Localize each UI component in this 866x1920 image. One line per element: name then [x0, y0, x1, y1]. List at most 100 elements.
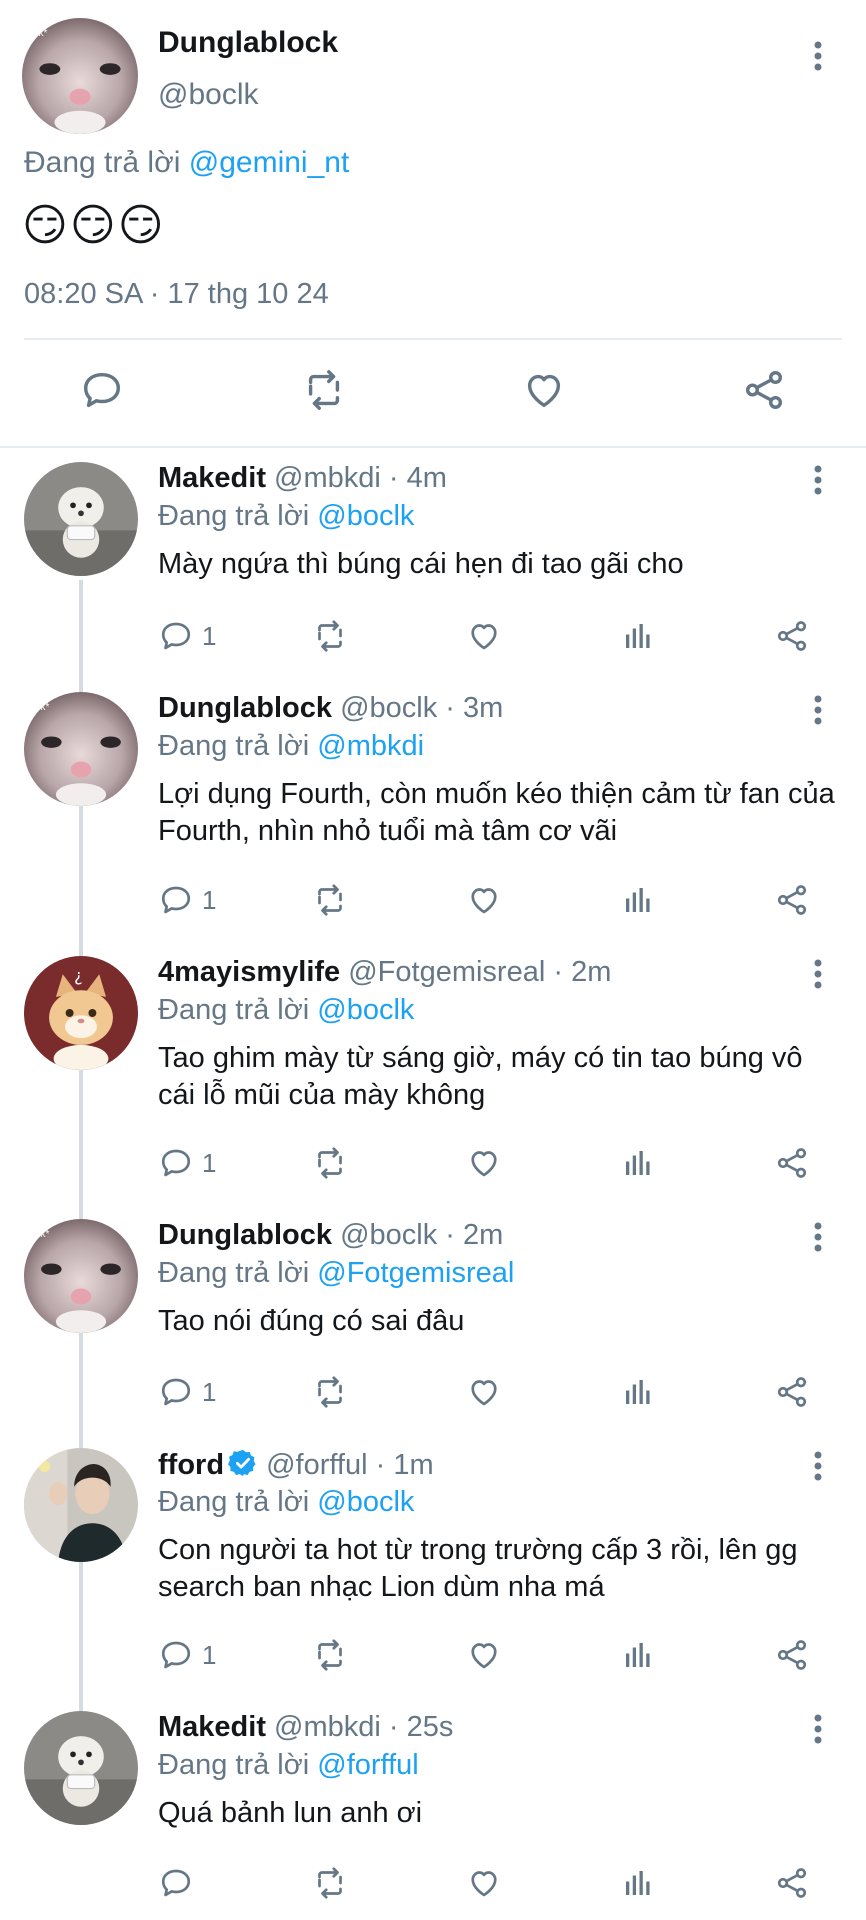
author-name[interactable]: fford — [158, 1449, 224, 1481]
like-icon[interactable] — [466, 1143, 502, 1183]
replying-to: Đang trả lời @boclk — [158, 994, 414, 1027]
share-icon[interactable] — [774, 616, 810, 656]
views-icon[interactable] — [620, 880, 656, 920]
verified-badge-icon — [228, 1448, 258, 1478]
like-icon[interactable] — [466, 1635, 502, 1675]
retweet-icon[interactable] — [312, 616, 348, 656]
retweet-icon[interactable] — [296, 362, 352, 418]
reply-tweet[interactable]: ock* Dunglablock @boclk · 3m Đang trả lời … — [0, 692, 866, 928]
reply-time[interactable]: · 25s — [389, 1711, 453, 1743]
share-icon[interactable] — [736, 362, 792, 418]
views-icon[interactable] — [620, 1372, 656, 1412]
tweet-timestamp[interactable]: 08:20 SA · 17 thg 10 24 — [24, 278, 329, 311]
avatar[interactable]: ock* — [22, 18, 138, 134]
replying-prefix: Đang trả lời — [158, 500, 310, 532]
reply-header: 4mayismylife @Fotgemisreal · 2m — [158, 956, 611, 989]
more-options-icon[interactable] — [798, 1446, 838, 1486]
avatar[interactable] — [24, 1448, 138, 1562]
avatar[interactable] — [24, 1711, 138, 1825]
author-name[interactable]: Makedit — [158, 1711, 266, 1743]
reply-icon[interactable]: 1 — [158, 880, 216, 920]
main-action-bar — [0, 362, 866, 424]
replying-to-link[interactable]: @mbkdi — [317, 730, 424, 762]
reply-icon[interactable]: 1 — [158, 616, 216, 656]
reply-icon[interactable]: 1 — [158, 1635, 216, 1675]
more-options-icon[interactable] — [798, 954, 838, 994]
tweet-text: 😏😏😏 — [22, 201, 166, 250]
share-icon[interactable] — [774, 1372, 810, 1412]
views-icon[interactable] — [620, 1143, 656, 1183]
reply-icon[interactable]: 1 — [158, 1143, 216, 1183]
reply-time[interactable]: · 2m — [445, 1219, 503, 1251]
reply-tweet[interactable]: ¿ 4mayismylife @Fotgemisreal · 2m Đang trả… — [0, 956, 866, 1191]
share-icon[interactable] — [774, 1635, 810, 1675]
separator — [0, 940, 866, 942]
reply-tweet[interactable]: Makedit @mbkdi · 25s Đang trả lời @forffu… — [0, 1711, 866, 1911]
replying-to-link[interactable]: @boclk — [317, 500, 414, 532]
avatar[interactable]: ¿ — [24, 956, 138, 1070]
replying-to-link[interactable]: @gemini_nt — [189, 146, 350, 179]
main-tweet: ock* Dunglablock @boclk Đang trả lời @ge… — [0, 0, 866, 448]
reply-action-bar: 1 — [0, 616, 866, 656]
reply-icon[interactable] — [74, 362, 130, 418]
like-icon[interactable] — [516, 362, 572, 418]
retweet-icon[interactable] — [312, 1372, 348, 1412]
replying-prefix: Đang trả lời — [158, 730, 310, 762]
like-icon[interactable] — [466, 1863, 502, 1903]
reply-time[interactable]: · 3m — [445, 692, 503, 724]
share-icon[interactable] — [774, 1863, 810, 1903]
reply-tweet[interactable]: fford @forfful · 1m Đang trả lời @boclk Co… — [0, 1448, 866, 1683]
reply-text: Con người ta hot từ trong trường cấp 3 r… — [158, 1534, 798, 1603]
more-options-icon[interactable] — [798, 460, 838, 500]
reply-icon[interactable] — [158, 1863, 202, 1903]
author-name[interactable]: Makedit — [158, 462, 266, 494]
replying-to: Đang trả lời @forfful — [158, 1749, 419, 1782]
views-icon[interactable] — [620, 616, 656, 656]
like-icon[interactable] — [466, 616, 502, 656]
reply-text: Mày ngứa thì búng cái hẹn đi tao gãi cho — [158, 548, 684, 580]
retweet-icon[interactable] — [312, 1143, 348, 1183]
views-icon[interactable] — [620, 1863, 656, 1903]
retweet-icon[interactable] — [312, 1863, 348, 1903]
replying-to-link[interactable]: @forfful — [317, 1749, 418, 1781]
reply-time[interactable]: · 1m — [376, 1449, 434, 1481]
reply-icon[interactable]: 1 — [158, 1372, 216, 1412]
author-handle[interactable]: @boclk — [340, 692, 437, 724]
retweet-icon[interactable] — [312, 1635, 348, 1675]
reply-time[interactable]: · 4m — [389, 462, 447, 494]
reply-text: Tao nói đúng có sai đâu — [158, 1305, 465, 1337]
reply-count: 1 — [202, 1376, 217, 1407]
author-handle[interactable]: @mbkdi — [274, 1711, 381, 1743]
author-name[interactable]: 4mayismylife — [158, 956, 340, 988]
author-name[interactable]: Dunglablock — [158, 1219, 332, 1251]
reply-tweet[interactable]: Makedit @mbkdi · 4m Đang trả lời @boclk Mà… — [0, 462, 866, 664]
avatar-label: ock* — [30, 1229, 50, 1240]
author-handle[interactable]: @forfful — [266, 1449, 367, 1481]
author-handle[interactable]: @boclk — [158, 78, 259, 112]
author-handle[interactable]: @Fotgemisreal — [348, 956, 545, 988]
avatar[interactable] — [24, 462, 138, 576]
share-icon[interactable] — [774, 880, 810, 920]
author-handle[interactable]: @boclk — [340, 1219, 437, 1251]
more-options-icon[interactable] — [798, 690, 838, 730]
author-name[interactable]: Dunglablock — [158, 692, 332, 724]
more-options-icon[interactable] — [798, 36, 838, 76]
reply-time[interactable]: · 2m — [553, 956, 611, 988]
replying-to-link[interactable]: @boclk — [317, 994, 414, 1026]
reply-tweet[interactable]: ock* Dunglablock @boclk · 2m Đang trả lời … — [0, 1219, 866, 1420]
replying-prefix: Đang trả lời — [24, 146, 181, 179]
author-handle[interactable]: @mbkdi — [274, 462, 381, 494]
like-icon[interactable] — [466, 1372, 502, 1412]
like-icon[interactable] — [466, 880, 502, 920]
more-options-icon[interactable] — [798, 1217, 838, 1257]
author-name[interactable]: Dunglablock — [158, 26, 338, 60]
replying-to-link[interactable]: @Fotgemisreal — [317, 1257, 514, 1289]
retweet-icon[interactable] — [312, 880, 348, 920]
more-options-icon[interactable] — [798, 1709, 838, 1749]
share-icon[interactable] — [774, 1143, 810, 1183]
avatar[interactable]: ock* — [24, 692, 138, 806]
views-icon[interactable] — [620, 1635, 656, 1675]
replying-to: Đang trả lời @mbkdi — [158, 730, 424, 763]
avatar[interactable]: ock* — [24, 1219, 138, 1333]
replying-to-link[interactable]: @boclk — [317, 1486, 414, 1518]
